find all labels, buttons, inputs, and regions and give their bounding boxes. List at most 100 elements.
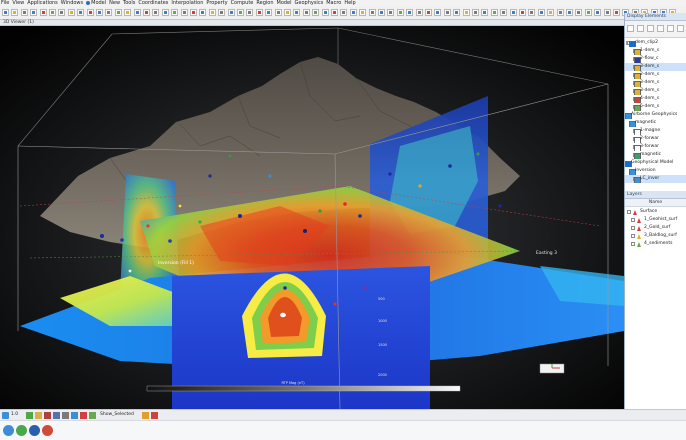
toolbar-button-39[interactable] <box>368 9 376 16</box>
layer-row[interactable]: Surface <box>625 208 686 216</box>
toolbar-button-49[interactable] <box>462 9 470 16</box>
layer-checkbox[interactable] <box>631 242 635 246</box>
display-tree-item[interactable]: 3-dem_s <box>625 79 686 87</box>
layer-checkbox[interactable] <box>631 226 635 230</box>
toolbar-button-10[interactable] <box>96 9 103 16</box>
toolbar-button-64[interactable] <box>603 9 611 16</box>
layer-row[interactable]: 2_Gold_surf <box>625 224 686 232</box>
taskbar-app-icon-4[interactable] <box>42 425 53 436</box>
toolbar-button-18[interactable] <box>171 9 179 16</box>
toolbar-button-54[interactable] <box>509 9 517 16</box>
menu-item-7[interactable]: Coordinates <box>138 0 171 7</box>
toolbar-button-21[interactable] <box>199 9 207 16</box>
status-view-icon[interactable] <box>2 412 9 419</box>
menu-item-2[interactable]: Applications <box>27 0 61 7</box>
toolbar-button-45[interactable] <box>425 9 432 16</box>
display-tree-item[interactable]: magnetic <box>625 151 686 159</box>
toolbar-button-1[interactable] <box>11 9 19 16</box>
layer-checkbox[interactable] <box>631 218 635 222</box>
toolbar-button-55[interactable] <box>519 9 526 16</box>
status-tool-icon-1[interactable] <box>26 412 33 419</box>
orientation-widget[interactable] <box>539 363 565 374</box>
toolbar-button-20[interactable] <box>190 9 197 16</box>
menu-item-4[interactable]: Model <box>91 0 109 7</box>
layer-row[interactable]: 1_Geohist_surf <box>625 216 686 224</box>
menu-item-11[interactable]: Region <box>256 0 276 7</box>
display-tree-item[interactable]: 2-dem_s <box>625 71 686 79</box>
toolbar-button-46[interactable] <box>434 9 442 16</box>
taskbar-app-icon-2[interactable] <box>16 425 27 436</box>
toolbar-button-43[interactable] <box>406 9 414 16</box>
display-tree-item[interactable]: 1-magne <box>625 127 686 135</box>
display-tree-item[interactable]: 3-forwar <box>625 143 686 151</box>
toolbar-button-26[interactable] <box>246 9 254 16</box>
3d-viewport[interactable]: Inversion (Fill 1) Easting 3 500 1000 15… <box>0 26 624 409</box>
status-tool-icon-5[interactable] <box>62 412 69 419</box>
show-selected-label[interactable]: Show_Selected <box>100 411 134 419</box>
toolbar-button-65[interactable] <box>613 9 620 16</box>
toolbar-button-12[interactable] <box>114 9 122 16</box>
taskbar-app-icon-1[interactable] <box>3 425 14 436</box>
toolbar-button-41[interactable] <box>387 9 395 16</box>
toolbar-button-17[interactable] <box>161 9 169 16</box>
layer-row[interactable]: 4_sediments <box>625 240 686 248</box>
toolbar-button-25[interactable] <box>237 9 244 16</box>
toolbar-button-31[interactable] <box>293 9 301 16</box>
display-tree-item[interactable]: LC_inver <box>625 175 686 183</box>
toolbar-button-33[interactable] <box>312 9 320 16</box>
menu-item-8[interactable]: Interpolation <box>171 0 206 7</box>
toolbar-button-32[interactable] <box>302 9 310 16</box>
toolbar-button-42[interactable] <box>396 9 404 16</box>
display-tree-item[interactable]: 3-dem_s <box>625 87 686 95</box>
toolbar-button-28[interactable] <box>265 9 273 16</box>
status-tool-icon-4[interactable] <box>53 412 60 419</box>
menu-item-13[interactable]: Geophysics <box>295 0 327 7</box>
menu-item-6[interactable]: Tools <box>123 0 138 7</box>
menu-item-15[interactable]: Help <box>344 0 358 7</box>
toolbar-button-40[interactable] <box>378 9 385 16</box>
layer-row[interactable]: 3_Baldlog_surf <box>625 232 686 240</box>
toolbar-button-60[interactable] <box>566 9 573 16</box>
toolbar-button-59[interactable] <box>556 9 564 16</box>
toolbar-button-14[interactable] <box>133 9 141 16</box>
toolbar-button-63[interactable] <box>594 9 602 16</box>
menu-item-12[interactable]: Model <box>277 0 295 7</box>
menu-item-0[interactable]: File <box>0 0 12 7</box>
toolbar-button-29[interactable] <box>274 9 282 16</box>
toolbar-button-44[interactable] <box>415 9 423 16</box>
status-tool-icon-10[interactable] <box>151 412 158 419</box>
menu-item-1[interactable]: View <box>12 0 27 7</box>
status-tool-icon-9[interactable] <box>142 412 149 419</box>
toolbar-button-56[interactable] <box>528 9 536 16</box>
display-tree-item[interactable]: 2-flow_c <box>625 55 686 63</box>
toolbar-button-22[interactable] <box>208 9 216 16</box>
display-tree-item[interactable]: dem_clip2 <box>625 39 686 47</box>
toolbar-button-3[interactable] <box>30 9 38 16</box>
toolbar-button-62[interactable] <box>584 9 592 16</box>
toolbar-button-15[interactable] <box>143 9 150 16</box>
toolbar-button-23[interactable] <box>218 9 226 16</box>
layer-checkbox[interactable] <box>627 210 631 214</box>
display-tree-item[interactable]: 2-forwar <box>625 135 686 143</box>
toolbar-button-51[interactable] <box>481 9 489 16</box>
taskbar-app-icon-3[interactable] <box>29 425 40 436</box>
display-tree-item[interactable]: 1-dem_s <box>625 47 686 55</box>
menu-item-14[interactable]: Macro <box>326 0 344 7</box>
toolbar-button-4[interactable] <box>39 9 47 16</box>
toolbar-button-16[interactable] <box>152 9 160 16</box>
panel-props-button[interactable] <box>647 25 654 32</box>
panel-filter-button[interactable] <box>657 25 664 32</box>
toolbar-button-38[interactable] <box>359 9 367 16</box>
toolbar-button-57[interactable] <box>537 9 545 16</box>
panel-add-button[interactable] <box>627 25 634 32</box>
menu-item-10[interactable]: Compute <box>231 0 257 7</box>
status-tool-icon-8[interactable] <box>89 412 96 419</box>
toolbar-button-5[interactable] <box>49 9 56 16</box>
status-tool-icon-3[interactable] <box>44 412 51 419</box>
toolbar-button-30[interactable] <box>284 9 291 16</box>
menu-item-3[interactable]: Windows <box>61 0 86 7</box>
panel-remove-button[interactable] <box>637 25 644 32</box>
display-tree-item[interactable]: Airborne Geophysics <box>625 111 686 119</box>
display-tree-item[interactable]: 4-dem_s <box>625 95 686 103</box>
toolbar-button-24[interactable] <box>227 9 235 16</box>
